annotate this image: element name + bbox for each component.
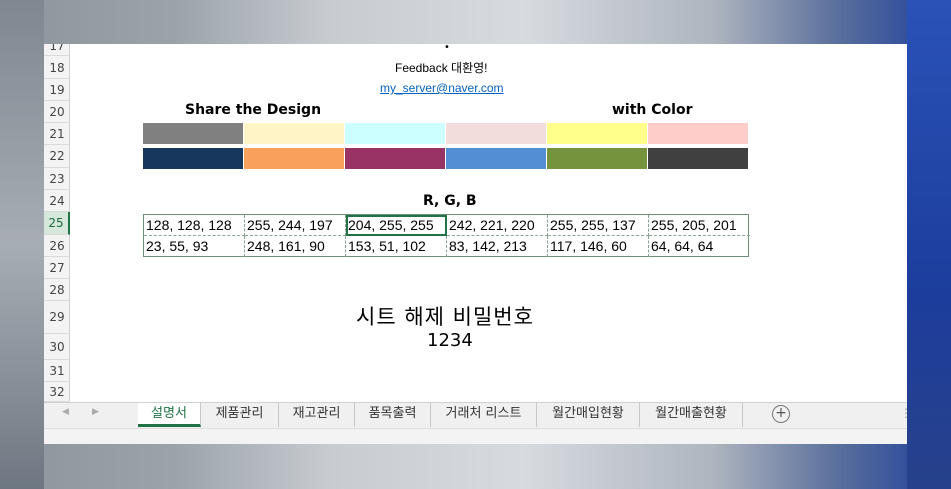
rgb-cell[interactable]: 255, 244, 197 [245,215,346,236]
rgb-cell[interactable]: 153, 51, 102 [346,236,447,257]
row-number[interactable]: 26 [44,235,70,257]
heading-share-design: Share the Design [185,102,322,118]
color-swatch[interactable] [143,148,243,169]
rgb-cell[interactable]: 83, 142, 213 [447,236,548,257]
color-swatch[interactable] [648,123,748,144]
sheet-tab[interactable]: 재고관리 [279,403,355,427]
sheet-tab-bar: ◀ ▶ 설명서 제품관리 재고관리 품목출력 거래처 리스트 월간매입현황 월간매출현황 +… [44,402,907,428]
scroll-left-icon[interactable]: ◀ [62,407,69,417]
sheet-tab[interactable]: 품목출력 [355,403,431,427]
row-number[interactable]: 20 [44,101,70,123]
email-link[interactable]: my_server@naver.com [380,81,504,95]
rgb-cell[interactable]: 117, 146, 60 [548,236,649,257]
password-value: 1234 [427,330,473,351]
feedback-text: Feedback 대환영! [395,61,488,75]
rgb-table: 128, 128, 128 255, 244, 197 204, 255, 255 2… [143,214,750,257]
row-number[interactable]: 29 [44,301,70,334]
scroll-right-icon[interactable]: ▶ [92,407,99,417]
status-bar [44,428,907,444]
background-right [907,0,951,489]
color-swatch[interactable] [244,148,344,169]
row-number[interactable]: 30 [44,334,70,360]
sheet-tab[interactable]: 월간매출현황 [640,403,743,427]
color-swatch[interactable] [547,123,647,144]
tab-bar-splitter[interactable]: ⋮ [900,406,907,420]
partial-mark: • [444,44,450,53]
rgb-cell[interactable]: 204, 255, 255 [346,215,447,236]
background-left [0,0,44,489]
rgb-cell[interactable]: 255, 255, 137 [548,215,649,236]
row-number[interactable]: 23 [44,168,70,190]
color-swatch[interactable] [648,148,748,169]
color-swatch[interactable] [446,148,546,169]
sheet-tab[interactable]: 설명서 [138,403,201,427]
password-label: 시트 해제 비밀번호 [356,305,534,329]
rgb-cell[interactable]: 248, 161, 90 [245,236,346,257]
row-number[interactable]: 17 [44,44,70,56]
rgb-heading: R, G, B [423,193,477,209]
rgb-cell[interactable]: 64, 64, 64 [649,236,750,257]
rgb-cell[interactable]: 255, 205, 201 [649,215,750,236]
color-swatch[interactable] [345,123,445,144]
sheet-tab[interactable]: 거래처 리스트 [431,403,537,427]
row-number[interactable]: 22 [44,145,70,168]
row-number[interactable]: 28 [44,279,70,301]
row-number[interactable]: 31 [44,360,70,382]
row-number[interactable]: 19 [44,79,70,101]
color-swatch[interactable] [244,123,344,144]
add-sheet-icon[interactable]: + [772,405,790,423]
row-number[interactable]: 25 [44,212,70,235]
sheet-tab[interactable]: 월간매입현황 [537,403,640,427]
rgb-cell[interactable]: 242, 221, 220 [447,215,548,236]
heading-with-color: with Color [612,102,693,118]
row-number[interactable]: 27 [44,257,70,279]
spreadsheet-window: 17 18 19 20 21 22 23 24 25 26 27 28 29 30 31 32 • Feedb… [44,44,907,444]
rgb-cell[interactable]: 128, 128, 128 [144,215,245,236]
row-number[interactable]: 18 [44,57,70,79]
row-number[interactable]: 21 [44,123,70,145]
row-number[interactable]: 24 [44,190,70,212]
color-swatch[interactable] [446,123,546,144]
row-header: 17 18 19 20 21 22 23 24 25 26 27 28 29 30 31 32 [44,44,70,402]
sheet-tab[interactable]: 제품관리 [201,403,279,427]
row-number[interactable]: 32 [44,382,70,402]
color-swatch[interactable] [143,123,243,144]
color-swatch[interactable] [547,148,647,169]
color-swatch[interactable] [345,148,445,169]
rgb-cell[interactable]: 23, 55, 93 [144,236,245,257]
